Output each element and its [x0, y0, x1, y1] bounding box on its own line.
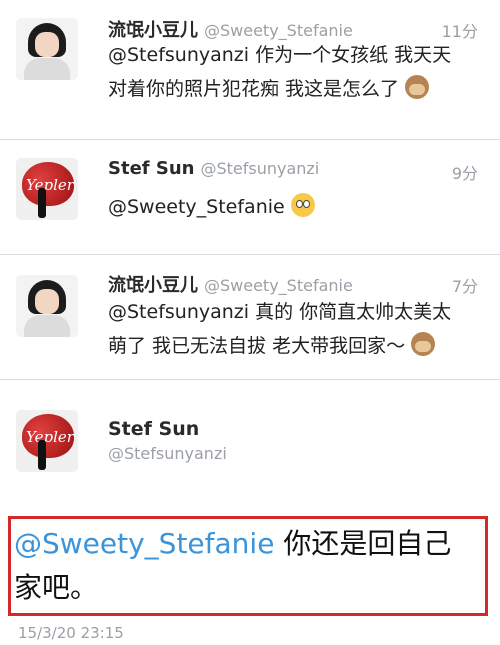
tweet-text-line: 对着你的照片犯花痴 我这是怎么了 [108, 78, 400, 100]
display-name[interactable]: Stef Sun [108, 418, 199, 440]
tweet-text-segment: 你还是回自己 [274, 527, 452, 560]
user-handle: @Sweety_Stefanie [204, 276, 353, 295]
avatar-shirt [24, 315, 70, 337]
flushed-face-icon [290, 193, 315, 217]
see-no-evil-monkey-icon [405, 75, 430, 99]
avatar-face [35, 289, 59, 314]
tweet-text: @Stefsunyanzi 作为一个女孩纸 我天天 对着你的照片犯花痴 我这是怎… [108, 38, 478, 106]
avatar-face [35, 32, 59, 57]
user-handle: @Stefsunyanzi [200, 159, 320, 178]
avatar[interactable] [16, 18, 78, 80]
tweet-time: 7分 [451, 277, 478, 296]
user-name[interactable]: Stef Sun @Stefsunyanzi [108, 158, 319, 179]
tweet-text-line: 萌了 我已无法自拔 老大带我回家～ [108, 335, 406, 357]
avatar-lettering: Yepler [26, 428, 74, 446]
avatar-shirt [24, 58, 70, 80]
tweet-3[interactable]: 流氓小豆儿 @Sweety_Stefanie 7分 @Stefsunyanzi 真… [0, 255, 500, 380]
avatar[interactable]: Yepler [16, 158, 78, 220]
tweet-2[interactable]: Yepler Stef Sun @Stefsunyanzi 9分 @Sweety_… [0, 140, 500, 255]
avatar-lettering: Yepler [26, 176, 74, 194]
tweet-text: @Stefsunyanzi 真的 你简直太帅太美太 萌了 我已无法自拔 老大带我… [108, 295, 478, 363]
mention-link[interactable]: @Sweety_Stefanie [14, 527, 274, 560]
tweet-text-segment: 家吧。 [14, 571, 99, 604]
avatar-figure [38, 440, 46, 470]
tweet-time: 9分 [451, 164, 478, 183]
tweet-text-line: @Stefsunyanzi 作为一个女孩纸 我天天 [108, 44, 452, 66]
tweet-1[interactable]: 流氓小豆儿 @Sweety_Stefanie 11分 @Stefsunyanzi … [0, 0, 500, 140]
tweet-detail-text: @Sweety_Stefanie 你还是回自己 家吧。 [14, 522, 484, 610]
display-name: 流氓小豆儿 [108, 275, 198, 296]
display-name: Stef Sun [108, 158, 195, 179]
tweet-text-line: @Sweety_Stefanie [108, 196, 285, 218]
tweet-timestamp: 15/3/20 23:15 [18, 624, 124, 642]
avatar-figure [38, 188, 46, 218]
tweet-text: @Sweety_Stefanie [108, 190, 478, 224]
avatar[interactable] [16, 275, 78, 337]
avatar[interactable]: Yepler [16, 410, 78, 472]
tweet-text-line: @Stefsunyanzi 真的 你简直太帅太美太 [108, 301, 452, 323]
user-name[interactable]: 流氓小豆儿 @Sweety_Stefanie [108, 271, 353, 297]
user-handle[interactable]: @Stefsunyanzi [108, 444, 227, 463]
see-no-evil-monkey-icon [411, 332, 436, 356]
